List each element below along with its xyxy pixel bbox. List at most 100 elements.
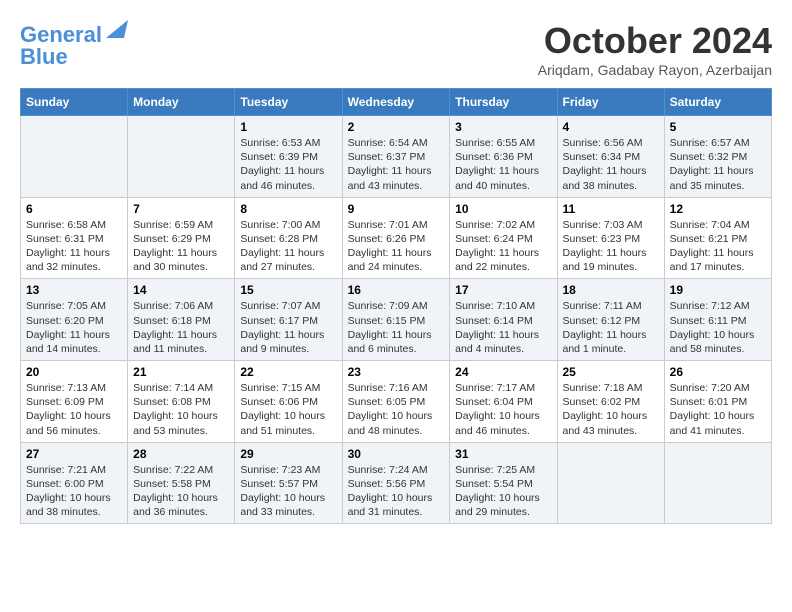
calendar-cell: 16 Sunrise: 7:09 AMSunset: 6:15 PMDayligh… bbox=[342, 279, 450, 361]
day-info: Sunrise: 7:07 AMSunset: 6:17 PMDaylight:… bbox=[240, 299, 336, 356]
calendar-cell: 26 Sunrise: 7:20 AMSunset: 6:01 PMDayligh… bbox=[664, 361, 771, 443]
day-info: Sunrise: 7:09 AMSunset: 6:15 PMDaylight:… bbox=[348, 299, 445, 356]
header-sunday: Sunday bbox=[21, 89, 128, 116]
day-number: 27 bbox=[26, 447, 122, 461]
day-number: 9 bbox=[348, 202, 445, 216]
calendar-cell: 23 Sunrise: 7:16 AMSunset: 6:05 PMDayligh… bbox=[342, 361, 450, 443]
day-info: Sunrise: 7:17 AMSunset: 6:04 PMDaylight:… bbox=[455, 381, 551, 438]
title-section: October 2024 Ariqdam, Gadabay Rayon, Aze… bbox=[538, 20, 772, 78]
header-monday: Monday bbox=[128, 89, 235, 116]
day-number: 17 bbox=[455, 283, 551, 297]
calendar-week-2: 6Sunrise: 6:58 AMSunset: 6:31 PMDaylight… bbox=[21, 197, 772, 279]
day-number: 18 bbox=[563, 283, 659, 297]
calendar-cell: 27 Sunrise: 7:21 AMSunset: 6:00 PMDayligh… bbox=[21, 442, 128, 524]
header-thursday: Thursday bbox=[450, 89, 557, 116]
calendar-cell: 28 Sunrise: 7:22 AMSunset: 5:58 PMDayligh… bbox=[128, 442, 235, 524]
day-info: Sunrise: 6:56 AMSunset: 6:34 PMDaylight:… bbox=[563, 136, 659, 193]
day-info: Sunrise: 7:25 AMSunset: 5:54 PMDaylight:… bbox=[455, 463, 551, 520]
day-number: 29 bbox=[240, 447, 336, 461]
calendar-cell: 25 Sunrise: 7:18 AMSunset: 6:02 PMDayligh… bbox=[557, 361, 664, 443]
day-info: Sunrise: 7:02 AMSunset: 6:24 PMDaylight:… bbox=[455, 218, 551, 275]
calendar-week-3: 13Sunrise: 7:05 AMSunset: 6:20 PMDayligh… bbox=[21, 279, 772, 361]
calendar-cell: 30Sunrise: 7:24 AMSunset: 5:56 PMDayligh… bbox=[342, 442, 450, 524]
day-number: 12 bbox=[670, 202, 766, 216]
calendar-header-row: SundayMondayTuesdayWednesdayThursdayFrid… bbox=[21, 89, 772, 116]
calendar-cell: 6Sunrise: 6:58 AMSunset: 6:31 PMDaylight… bbox=[21, 197, 128, 279]
logo: General Blue bbox=[20, 20, 128, 68]
day-info: Sunrise: 7:12 AMSunset: 6:11 PMDaylight:… bbox=[670, 299, 766, 356]
calendar-cell: 2 Sunrise: 6:54 AMSunset: 6:37 PMDaylight… bbox=[342, 116, 450, 198]
day-info: Sunrise: 7:00 AMSunset: 6:28 PMDaylight:… bbox=[240, 218, 336, 275]
calendar-week-4: 20 Sunrise: 7:13 AMSunset: 6:09 PMDayligh… bbox=[21, 361, 772, 443]
day-number: 21 bbox=[133, 365, 229, 379]
day-info: Sunrise: 7:11 AMSunset: 6:12 PMDaylight:… bbox=[563, 299, 659, 356]
day-number: 10 bbox=[455, 202, 551, 216]
calendar-cell bbox=[128, 116, 235, 198]
day-number: 16 bbox=[348, 283, 445, 297]
calendar-cell: 4Sunrise: 6:56 AMSunset: 6:34 PMDaylight… bbox=[557, 116, 664, 198]
day-info: Sunrise: 7:21 AMSunset: 6:00 PMDaylight:… bbox=[26, 463, 122, 520]
day-info: Sunrise: 7:10 AMSunset: 6:14 PMDaylight:… bbox=[455, 299, 551, 356]
calendar-cell: 22Sunrise: 7:15 AMSunset: 6:06 PMDayligh… bbox=[235, 361, 342, 443]
calendar-cell: 14Sunrise: 7:06 AMSunset: 6:18 PMDayligh… bbox=[128, 279, 235, 361]
day-number: 1 bbox=[240, 120, 336, 134]
logo-text: General bbox=[20, 24, 102, 46]
day-info: Sunrise: 7:14 AMSunset: 6:08 PMDaylight:… bbox=[133, 381, 229, 438]
header-friday: Friday bbox=[557, 89, 664, 116]
day-number: 25 bbox=[563, 365, 659, 379]
calendar-cell: 15 Sunrise: 7:07 AMSunset: 6:17 PMDayligh… bbox=[235, 279, 342, 361]
calendar-cell bbox=[664, 442, 771, 524]
location: Ariqdam, Gadabay Rayon, Azerbaijan bbox=[538, 62, 772, 78]
day-number: 8 bbox=[240, 202, 336, 216]
calendar-cell: 24 Sunrise: 7:17 AMSunset: 6:04 PMDayligh… bbox=[450, 361, 557, 443]
day-number: 23 bbox=[348, 365, 445, 379]
day-info: Sunrise: 7:05 AMSunset: 6:20 PMDaylight:… bbox=[26, 299, 122, 356]
calendar-cell: 31Sunrise: 7:25 AMSunset: 5:54 PMDayligh… bbox=[450, 442, 557, 524]
day-number: 19 bbox=[670, 283, 766, 297]
calendar-cell: 7 Sunrise: 6:59 AMSunset: 6:29 PMDaylight… bbox=[128, 197, 235, 279]
logo-bird-icon bbox=[106, 20, 128, 38]
calendar-cell: 10 Sunrise: 7:02 AMSunset: 6:24 PMDayligh… bbox=[450, 197, 557, 279]
day-number: 7 bbox=[133, 202, 229, 216]
day-info: Sunrise: 6:59 AMSunset: 6:29 PMDaylight:… bbox=[133, 218, 229, 275]
day-info: Sunrise: 7:23 AMSunset: 5:57 PMDaylight:… bbox=[240, 463, 336, 520]
header-tuesday: Tuesday bbox=[235, 89, 342, 116]
calendar-cell: 9 Sunrise: 7:01 AMSunset: 6:26 PMDaylight… bbox=[342, 197, 450, 279]
day-number: 15 bbox=[240, 283, 336, 297]
day-number: 26 bbox=[670, 365, 766, 379]
calendar-cell bbox=[557, 442, 664, 524]
day-info: Sunrise: 7:15 AMSunset: 6:06 PMDaylight:… bbox=[240, 381, 336, 438]
calendar-cell: 11 Sunrise: 7:03 AMSunset: 6:23 PMDayligh… bbox=[557, 197, 664, 279]
calendar-cell: 17 Sunrise: 7:10 AMSunset: 6:14 PMDayligh… bbox=[450, 279, 557, 361]
day-number: 11 bbox=[563, 202, 659, 216]
calendar-cell: 21 Sunrise: 7:14 AMSunset: 6:08 PMDayligh… bbox=[128, 361, 235, 443]
day-number: 24 bbox=[455, 365, 551, 379]
day-number: 5 bbox=[670, 120, 766, 134]
day-number: 3 bbox=[455, 120, 551, 134]
calendar-cell: 19 Sunrise: 7:12 AMSunset: 6:11 PMDayligh… bbox=[664, 279, 771, 361]
day-info: Sunrise: 7:18 AMSunset: 6:02 PMDaylight:… bbox=[563, 381, 659, 438]
calendar-cell: 1Sunrise: 6:53 AMSunset: 6:39 PMDaylight… bbox=[235, 116, 342, 198]
calendar-cell: 8 Sunrise: 7:00 AMSunset: 6:28 PMDaylight… bbox=[235, 197, 342, 279]
page-header: General Blue October 2024 Ariqdam, Gadab… bbox=[20, 20, 772, 78]
day-number: 6 bbox=[26, 202, 122, 216]
day-info: Sunrise: 7:16 AMSunset: 6:05 PMDaylight:… bbox=[348, 381, 445, 438]
calendar-week-5: 27 Sunrise: 7:21 AMSunset: 6:00 PMDayligh… bbox=[21, 442, 772, 524]
day-number: 28 bbox=[133, 447, 229, 461]
calendar-cell: 13Sunrise: 7:05 AMSunset: 6:20 PMDayligh… bbox=[21, 279, 128, 361]
day-info: Sunrise: 7:13 AMSunset: 6:09 PMDaylight:… bbox=[26, 381, 122, 438]
day-number: 20 bbox=[26, 365, 122, 379]
day-info: Sunrise: 6:57 AMSunset: 6:32 PMDaylight:… bbox=[670, 136, 766, 193]
day-info: Sunrise: 7:20 AMSunset: 6:01 PMDaylight:… bbox=[670, 381, 766, 438]
day-info: Sunrise: 7:03 AMSunset: 6:23 PMDaylight:… bbox=[563, 218, 659, 275]
day-number: 2 bbox=[348, 120, 445, 134]
day-info: Sunrise: 7:06 AMSunset: 6:18 PMDaylight:… bbox=[133, 299, 229, 356]
day-info: Sunrise: 6:54 AMSunset: 6:37 PMDaylight:… bbox=[348, 136, 445, 193]
calendar-table: SundayMondayTuesdayWednesdayThursdayFrid… bbox=[20, 88, 772, 524]
day-info: Sunrise: 7:01 AMSunset: 6:26 PMDaylight:… bbox=[348, 218, 445, 275]
calendar-cell: 20 Sunrise: 7:13 AMSunset: 6:09 PMDayligh… bbox=[21, 361, 128, 443]
day-info: Sunrise: 7:24 AMSunset: 5:56 PMDaylight:… bbox=[348, 463, 445, 520]
day-info: Sunrise: 7:04 AMSunset: 6:21 PMDaylight:… bbox=[670, 218, 766, 275]
day-info: Sunrise: 7:22 AMSunset: 5:58 PMDaylight:… bbox=[133, 463, 229, 520]
calendar-cell: 12 Sunrise: 7:04 AMSunset: 6:21 PMDayligh… bbox=[664, 197, 771, 279]
